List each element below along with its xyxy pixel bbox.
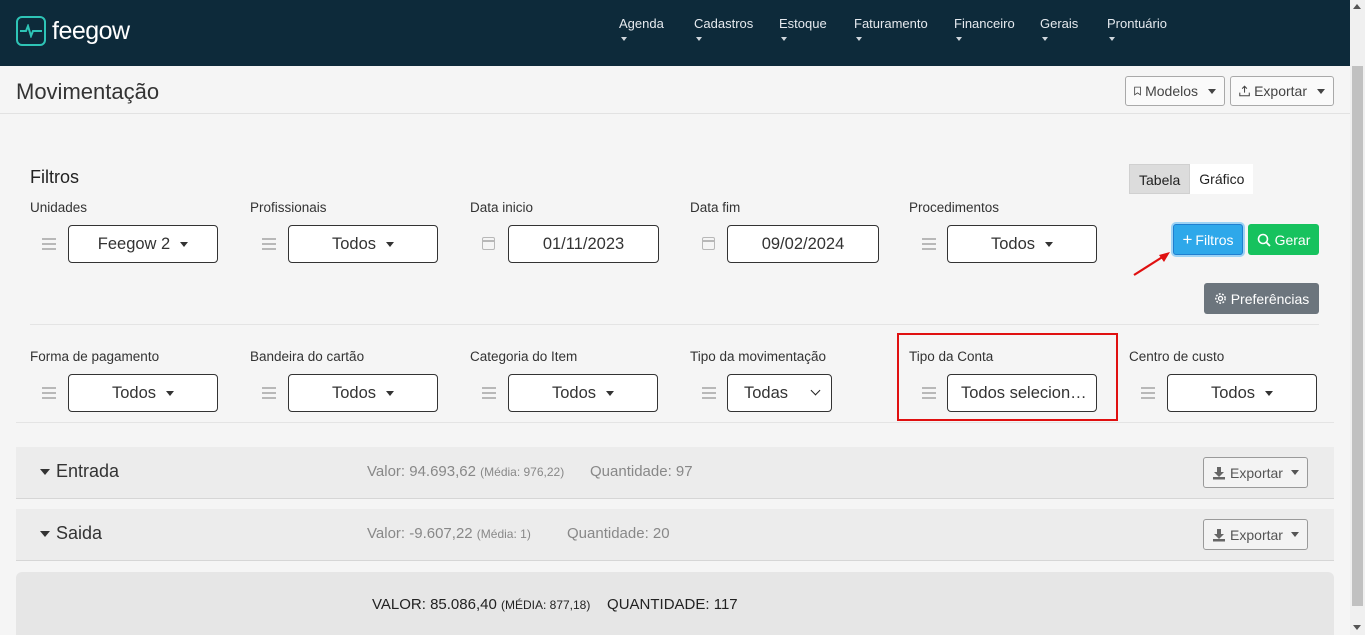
modelos-button[interactable]: Modelos [1125,76,1225,106]
caret-down-icon [1265,390,1274,396]
exportar-header-button[interactable]: Exportar [1230,76,1334,106]
calendar-icon [482,237,495,250]
label-centro-custo: Centro de custo [1129,349,1225,364]
drag-handle-icon[interactable] [702,387,716,402]
entrada-section: Entrada Valor: 94.693,62 (Média: 976,22)… [16,447,1334,499]
export-icon [1239,85,1250,97]
caret-down-icon [1109,37,1115,41]
calendar-icon [702,237,715,250]
caret-down-icon [781,37,787,41]
filters-bottom-divider [16,422,1334,423]
label-categoria-item: Categoria do Item [470,349,578,364]
total-summary: VALOR: 85.086,40 (MÉDIA: 877,18) QUANTID… [16,572,1334,635]
download-icon [1213,466,1226,479]
caret-down-icon [696,37,702,41]
caret-down-icon [40,468,50,475]
saida-section: Saida Valor: -9.607,22 (Média: 1) Quanti… [16,509,1334,561]
procedimentos-select[interactable]: Todos [947,225,1097,263]
tipo-movimentacao-select[interactable]: Todas [727,374,832,412]
nav-estoque[interactable]: Estoque [779,16,827,41]
preferencias-button[interactable]: Preferências [1204,283,1319,314]
caret-down-icon [606,390,615,396]
data-fim-input[interactable]: 09/02/2024 [727,225,879,263]
annotation-arrow [1130,250,1172,283]
pulse-icon [16,16,46,46]
nav-gerais[interactable]: Gerais [1040,16,1078,41]
nav-agenda[interactable]: Agenda [619,16,664,41]
unidades-select[interactable]: Feegow 2 [68,225,218,263]
forma-pagamento-select[interactable]: Todos [68,374,218,412]
label-unidades: Unidades [30,200,88,215]
caret-down-icon [1042,37,1048,41]
label-data-fim: Data fim [690,200,741,215]
caret-down-icon [621,37,627,41]
data-inicio-input[interactable]: 01/11/2023 [508,225,659,263]
search-icon [1257,233,1271,247]
caret-down-icon [856,37,862,41]
total-text: VALOR: 85.086,40 (MÉDIA: 877,18) QUANTID… [372,596,738,613]
annotation-highlight-box [897,333,1118,421]
drag-handle-icon[interactable] [1141,387,1155,402]
centro-custo-select[interactable]: Todos [1167,374,1317,412]
caret-down-icon [1290,470,1299,475]
chevron-down-icon [810,385,821,396]
filters-title: Filtros [30,167,79,187]
caret-down-icon [386,241,395,247]
entrada-exportar-button[interactable]: Exportar [1203,457,1308,488]
profissionais-select[interactable]: Todos [288,225,438,263]
caret-down-icon [180,241,189,247]
drag-handle-icon[interactable] [42,238,56,253]
scroll-down-arrow-icon[interactable] [1353,625,1361,630]
nav-financeiro[interactable]: Financeiro [954,16,1015,41]
caret-down-icon [386,390,395,396]
saida-exportar-button[interactable]: Exportar [1203,519,1308,550]
drag-handle-icon[interactable] [262,238,276,253]
brand-logo[interactable]: feegow [16,16,130,46]
top-navbar: feegow Agenda Cadastros Estoque Faturame… [0,0,1350,66]
entrada-valor: Valor: 94.693,62 (Média: 976,22) [367,463,565,480]
categoria-item-select[interactable]: Todos [508,374,658,412]
caret-down-icon [1317,88,1325,94]
bandeira-cartao-select[interactable]: Todos [288,374,438,412]
label-profissionais: Profissionais [250,200,327,215]
view-toggle: Tabela Gráfico [1129,164,1254,194]
scroll-up-arrow-icon[interactable] [1353,4,1361,9]
entrada-toggle[interactable]: Entrada [40,461,119,482]
gear-icon [1214,293,1226,304]
entrada-quantidade: Quantidade: 97 [590,463,693,480]
saida-valor: Valor: -9.607,22 (Média: 1) [367,525,531,542]
brand-name: feegow [52,16,130,45]
tab-grafico[interactable]: Gráfico [1190,164,1254,194]
label-procedimentos: Procedimentos [909,200,1000,215]
caret-down-icon [166,390,175,396]
drag-handle-icon[interactable] [922,238,936,253]
drag-handle-icon[interactable] [482,387,496,402]
drag-handle-icon[interactable] [42,387,56,402]
caret-down-icon [1045,241,1054,247]
filtros-button[interactable]: + Filtros [1173,224,1243,255]
tab-tabela[interactable]: Tabela [1129,164,1191,194]
gerar-button[interactable]: Gerar [1248,224,1319,255]
scrollbar-thumb[interactable] [1352,66,1363,606]
caret-down-icon [40,530,50,537]
plus-icon: + [1182,230,1193,249]
saida-quantidade: Quantidade: 20 [567,525,670,542]
caret-down-icon [1208,88,1216,94]
label-forma-pagamento: Forma de pagamento [30,349,160,364]
label-bandeira-cartao: Bandeira do cartão [250,349,365,364]
caret-down-icon [1290,532,1299,537]
nav-cadastros[interactable]: Cadastros [694,16,753,41]
saida-toggle[interactable]: Saida [40,523,102,544]
label-data-inicio: Data inicio [470,200,534,215]
filters-divider [30,324,1319,325]
nav-faturamento[interactable]: Faturamento [854,16,928,41]
caret-down-icon [956,37,962,41]
label-tipo-movimentacao: Tipo da movimentação [690,349,827,364]
download-icon [1213,528,1226,541]
bookmark-icon [1134,86,1141,96]
page-title: Movimentação [16,79,160,104]
drag-handle-icon[interactable] [262,387,276,402]
nav-prontuario[interactable]: Prontuário [1107,16,1167,41]
page-header: Movimentação Modelos Exportar [0,66,1350,114]
